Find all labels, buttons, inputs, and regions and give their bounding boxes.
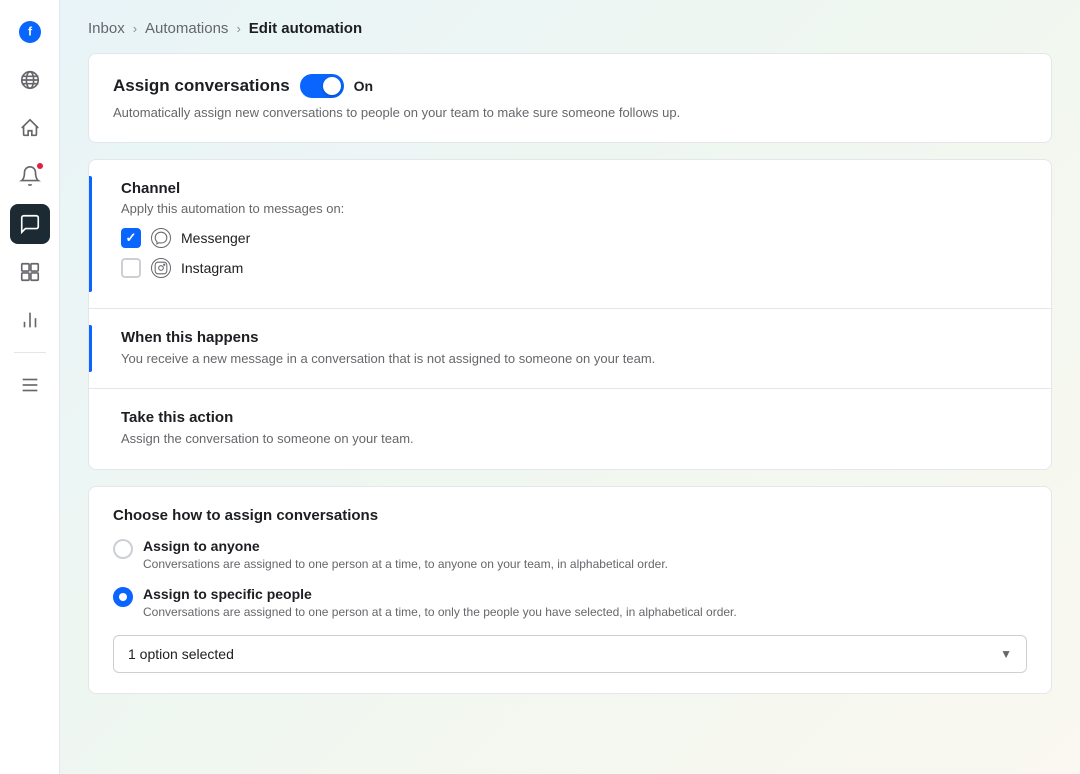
breadcrumb-current: Edit automation [249, 20, 362, 37]
toggle-row: Assign conversations On [113, 74, 1027, 98]
radio-specific-inner [119, 593, 127, 601]
toggle-thumb [323, 77, 341, 95]
people-dropdown[interactable]: 1 option selected ▼ [113, 635, 1027, 673]
take-action-section: Take this action Assign the conversation… [89, 388, 1051, 468]
breadcrumb-sep-1: › [133, 21, 137, 36]
sidebar-logo[interactable]: f [10, 12, 50, 52]
take-action-title: Take this action [121, 409, 1027, 426]
assign-toggle[interactable] [300, 74, 344, 98]
sidebar-item-globe[interactable] [10, 60, 50, 100]
when-accent [89, 325, 92, 372]
instagram-checkbox-box [121, 258, 141, 278]
sidebar-item-more[interactable] [10, 365, 50, 405]
breadcrumb: Inbox › Automations › Edit automation [60, 0, 1080, 53]
instagram-label: Instagram [181, 260, 243, 276]
choose-section: Choose how to assign conversations Assig… [88, 486, 1052, 695]
radio-anyone-label: Assign to anyone [143, 538, 1027, 554]
sidebar-divider [14, 352, 46, 353]
messenger-icon [151, 228, 171, 248]
notification-dot [36, 162, 44, 170]
instagram-icon [151, 258, 171, 278]
assign-conversations-title: Assign conversations [113, 76, 290, 96]
assign-conversations-card: Assign conversations On Automatically as… [88, 53, 1052, 143]
sidebar-item-notifications[interactable] [10, 156, 50, 196]
sidebar: f [0, 0, 60, 774]
channel-accent [89, 176, 92, 292]
channel-section: Channel Apply this automation to message… [89, 160, 1051, 308]
dropdown-text: 1 option selected [128, 646, 234, 662]
sidebar-item-content[interactable] [10, 252, 50, 292]
toggle-track [300, 74, 344, 98]
inner-sections-card: Channel Apply this automation to message… [88, 159, 1052, 469]
toggle-on-label: On [354, 78, 373, 94]
messenger-checkbox-box: ✓ [121, 228, 141, 248]
radio-specific[interactable]: Assign to specific people Conversations … [113, 586, 1027, 621]
sidebar-item-insights[interactable] [10, 300, 50, 340]
when-title: When this happens [121, 329, 1027, 346]
radio-anyone-desc: Conversations are assigned to one person… [143, 556, 1027, 573]
messenger-checkmark: ✓ [126, 230, 137, 246]
when-this-happens-section: When this happens You receive a new mess… [89, 308, 1051, 388]
checkbox-messenger[interactable]: ✓ Messenger [121, 228, 1027, 248]
radio-specific-desc: Conversations are assigned to one person… [143, 604, 1027, 621]
main-content: Inbox › Automations › Edit automation As… [60, 0, 1080, 774]
radio-specific-content: Assign to specific people Conversations … [143, 586, 1027, 621]
breadcrumb-automations[interactable]: Automations [145, 20, 228, 37]
radio-anyone-outer [113, 539, 133, 559]
radio-specific-label: Assign to specific people [143, 586, 1027, 602]
take-action-desc: Assign the conversation to someone on yo… [121, 430, 1027, 448]
radio-specific-outer [113, 587, 133, 607]
dropdown-arrow-icon: ▼ [1000, 647, 1012, 661]
radio-anyone[interactable]: Assign to anyone Conversations are assig… [113, 538, 1027, 573]
breadcrumb-inbox[interactable]: Inbox [88, 20, 125, 37]
radio-anyone-content: Assign to anyone Conversations are assig… [143, 538, 1027, 573]
channel-title: Channel [121, 180, 1027, 197]
when-desc: You receive a new message in a conversat… [121, 350, 1027, 368]
toggle-section-content: Assign conversations On Automatically as… [113, 74, 1027, 122]
messenger-label: Messenger [181, 230, 250, 246]
checkbox-instagram[interactable]: Instagram [121, 258, 1027, 278]
channel-desc: Apply this automation to messages on: [121, 201, 1027, 216]
toggle-section: Assign conversations On Automatically as… [113, 74, 1027, 122]
sidebar-item-inbox[interactable] [10, 204, 50, 244]
sidebar-item-home[interactable] [10, 108, 50, 148]
assign-conversations-desc: Automatically assign new conversations t… [113, 104, 1027, 122]
breadcrumb-sep-2: › [236, 21, 240, 36]
choose-title: Choose how to assign conversations [113, 507, 1027, 524]
